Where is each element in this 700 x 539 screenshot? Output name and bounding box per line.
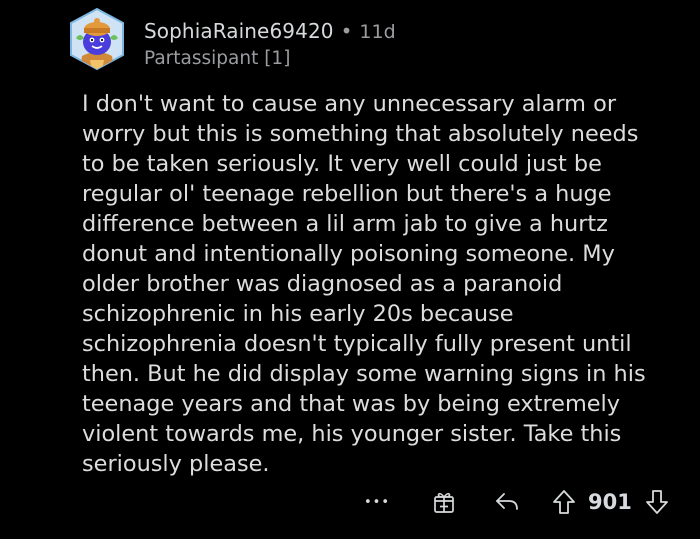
comment-body-line: I don't want to cause any unnecessary al… xyxy=(82,91,617,117)
comment-body-line: seriously please. xyxy=(82,451,270,477)
comment-body-line: older brother was diagnosed as a paranoi… xyxy=(82,271,563,297)
comment-body-line: difference between a lil arm jab to give… xyxy=(82,211,608,237)
meta-separator: • xyxy=(340,19,353,43)
comment-age: 11d xyxy=(359,21,396,43)
reply-button[interactable] xyxy=(490,484,524,520)
username[interactable]: SophiaRaine69420 xyxy=(144,19,334,43)
comment-body-line: donut and intentionally poisoning someon… xyxy=(82,241,615,267)
comment-body-line: to be taken seriously. It very well coul… xyxy=(82,151,602,177)
avatar-icon xyxy=(70,7,124,71)
vote-score: 901 xyxy=(588,490,632,514)
reply-icon xyxy=(496,493,518,510)
comment-body-line: schizophrenic in his early 20s because xyxy=(82,301,514,327)
upvote-button[interactable] xyxy=(547,484,581,520)
comment-body-line: worry but this is something that absolut… xyxy=(82,121,639,147)
comment-body-line: regular ol' teenage rebellion but there'… xyxy=(82,181,612,207)
comment-meta: SophiaRaine69420 • 11d Partassipant [1] xyxy=(144,19,396,69)
comment-body-line: schizophrenia doesn't typically fully pr… xyxy=(82,331,632,357)
comment-body-line: teenage years and that was by being extr… xyxy=(82,391,620,417)
comment-body-line: violent towards me, his younger sister. … xyxy=(82,421,622,447)
more-options-button[interactable]: ••• xyxy=(360,484,394,520)
comment: SophiaRaine69420 • 11d Partassipant [1] … xyxy=(0,0,700,539)
award-button[interactable] xyxy=(428,484,460,520)
award-icon xyxy=(434,492,454,513)
comment-actions: ••• 901 xyxy=(0,484,700,520)
comment-body-line: then. But he did display some warning si… xyxy=(82,361,646,387)
author-line: SophiaRaine69420 • 11d xyxy=(144,19,396,43)
user-avatar[interactable] xyxy=(66,7,128,71)
user-flair: Partassipant [1] xyxy=(144,48,291,69)
downvote-icon xyxy=(646,490,668,514)
upvote-icon xyxy=(553,490,575,514)
comment-body: I don't want to cause any unnecessary al… xyxy=(82,89,687,479)
more-options-icon: ••• xyxy=(363,494,390,510)
downvote-button[interactable] xyxy=(640,484,674,520)
